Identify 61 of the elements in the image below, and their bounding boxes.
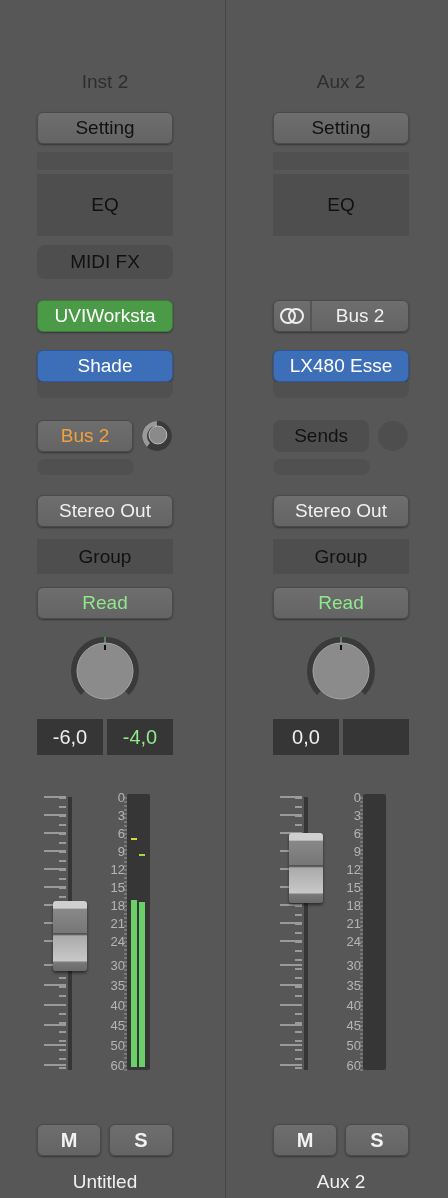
meter-scale-label: 6 [353,827,361,840]
meter-scale-label: 50 [346,1039,361,1052]
send-knob[interactable] [141,420,173,452]
meter-scale-label: 35 [346,979,361,992]
peak-marker [139,854,145,857]
effect-slot[interactable]: Shade [37,350,173,382]
setting-button[interactable]: Setting [273,112,409,144]
effect-slot[interactable]: LX480 Esse [273,350,409,382]
meter-scale-label: 40 [110,999,125,1012]
meter-scale-label: 60 [346,1059,361,1072]
meter-scale-label: 24 [110,935,125,948]
peak-readout: -4,0 [107,719,173,755]
meter-scale-label: 0 [117,791,125,804]
meter-scale-label: 45 [110,1019,125,1032]
meter-scale-label: 21 [110,917,125,930]
meter-scale-label: 15 [346,881,361,894]
meter-scale-label: 40 [346,999,361,1012]
mute-button[interactable]: M [273,1124,337,1156]
meter-scale-label: 18 [110,899,125,912]
volume-readout: -6,0 [37,719,103,755]
meter-scale-label: 18 [346,899,361,912]
output-button[interactable]: Stereo Out [273,495,409,527]
meter-scale-label: 9 [353,845,361,858]
instrument-slot[interactable]: UVIWorksta [37,300,173,332]
meter-scale-label: 0 [353,791,361,804]
meter-scale-label: 30 [110,959,125,972]
meter-scale-label: 30 [346,959,361,972]
solo-button[interactable]: S [109,1124,173,1156]
setting-button[interactable]: Setting [37,112,173,144]
meter-scale-label: 9 [117,845,125,858]
fader-thumb[interactable] [53,901,87,972]
track-name: Aux 2 [315,1170,367,1194]
meter-scale-label: 6 [117,827,125,840]
group-slot[interactable]: Group [37,539,173,574]
peak-readout [343,719,409,755]
meter-scale-label: 3 [353,809,361,822]
track-name: Untitled [71,1170,139,1194]
meter-scale-label: 24 [346,935,361,948]
meter-scale-label: 12 [110,863,125,876]
sends-slot[interactable]: Sends [273,420,370,452]
automation-button[interactable]: Read [37,587,173,619]
group-slot[interactable]: Group [273,539,409,574]
meter-scale-label: 15 [110,881,125,894]
meter-scale-label: 50 [110,1039,125,1052]
send-button[interactable]: Bus 2 [37,420,134,452]
meter-scale-label: 60 [110,1059,125,1072]
peak-marker [131,838,137,841]
eq-display[interactable]: EQ [37,174,173,236]
mute-button[interactable]: M [37,1124,101,1156]
meter-scale-label: 12 [346,863,361,876]
volume-readout: 0,0 [273,719,339,755]
meter-scale-label: 35 [110,979,125,992]
output-button[interactable]: Stereo Out [37,495,173,527]
meter-scale-label: 3 [117,809,125,822]
meter-scale-label: 21 [346,917,361,930]
midi-fx-slot[interactable]: MIDI FX [37,245,173,279]
fader-thumb[interactable] [289,832,323,903]
automation-button[interactable]: Read [273,587,409,619]
meter-scale-label: 45 [346,1019,361,1032]
solo-button[interactable]: S [345,1124,409,1156]
eq-display[interactable]: EQ [273,174,409,236]
